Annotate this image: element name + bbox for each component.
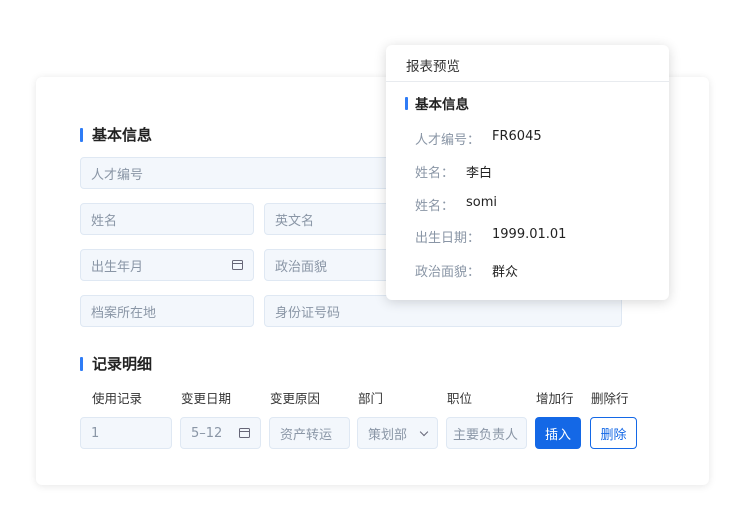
usage-record-input[interactable]: 1	[80, 417, 172, 449]
records-heading: 记录明细	[80, 353, 152, 374]
col-usage-record: 使用记录	[92, 391, 143, 406]
section-accent-bar	[80, 127, 83, 142]
calendar-icon	[239, 428, 250, 438]
position-input[interactable]: 主要负责人	[446, 417, 527, 449]
preview-row: 姓名： somi	[415, 195, 498, 214]
delete-button[interactable]: 删除	[590, 417, 637, 449]
report-preview-popover: 报表预览 基本信息 人才编号： FR6045 姓名： 李白 姓名： somi 出…	[386, 45, 669, 300]
col-change-date: 变更日期	[181, 391, 232, 406]
col-delete-row: 删除行	[591, 391, 629, 406]
preview-title: 报表预览	[406, 59, 460, 75]
section-accent-bar	[80, 356, 83, 371]
calendar-icon	[232, 260, 243, 270]
col-department: 部门	[358, 391, 384, 406]
preview-row: 姓名： 李白	[415, 166, 493, 181]
name-field[interactable]: 姓名	[80, 203, 254, 235]
birth-date-picker[interactable]: 出生年月	[80, 249, 254, 281]
col-position: 职位	[447, 391, 473, 406]
section-accent-bar	[405, 96, 408, 110]
chevron-down-icon	[419, 427, 429, 436]
preview-row: 出生日期： 1999.01.01	[415, 227, 567, 246]
change-date-picker[interactable]: 5–12	[180, 417, 261, 449]
preview-row: 人才编号： FR6045	[415, 129, 542, 148]
col-add-row: 增加行	[536, 391, 574, 406]
divider	[386, 81, 669, 82]
change-reason-input[interactable]: 资产转运	[269, 417, 350, 449]
preview-row: 政治面貌： 群众	[415, 265, 519, 280]
basic-info-heading: 基本信息	[80, 124, 152, 145]
insert-button[interactable]: 插入	[535, 417, 581, 449]
archive-location-field[interactable]: 档案所在地	[80, 295, 254, 327]
department-select[interactable]: 策划部	[357, 417, 438, 449]
preview-section-heading: 基本信息	[405, 93, 469, 113]
col-change-reason: 变更原因	[270, 391, 321, 406]
